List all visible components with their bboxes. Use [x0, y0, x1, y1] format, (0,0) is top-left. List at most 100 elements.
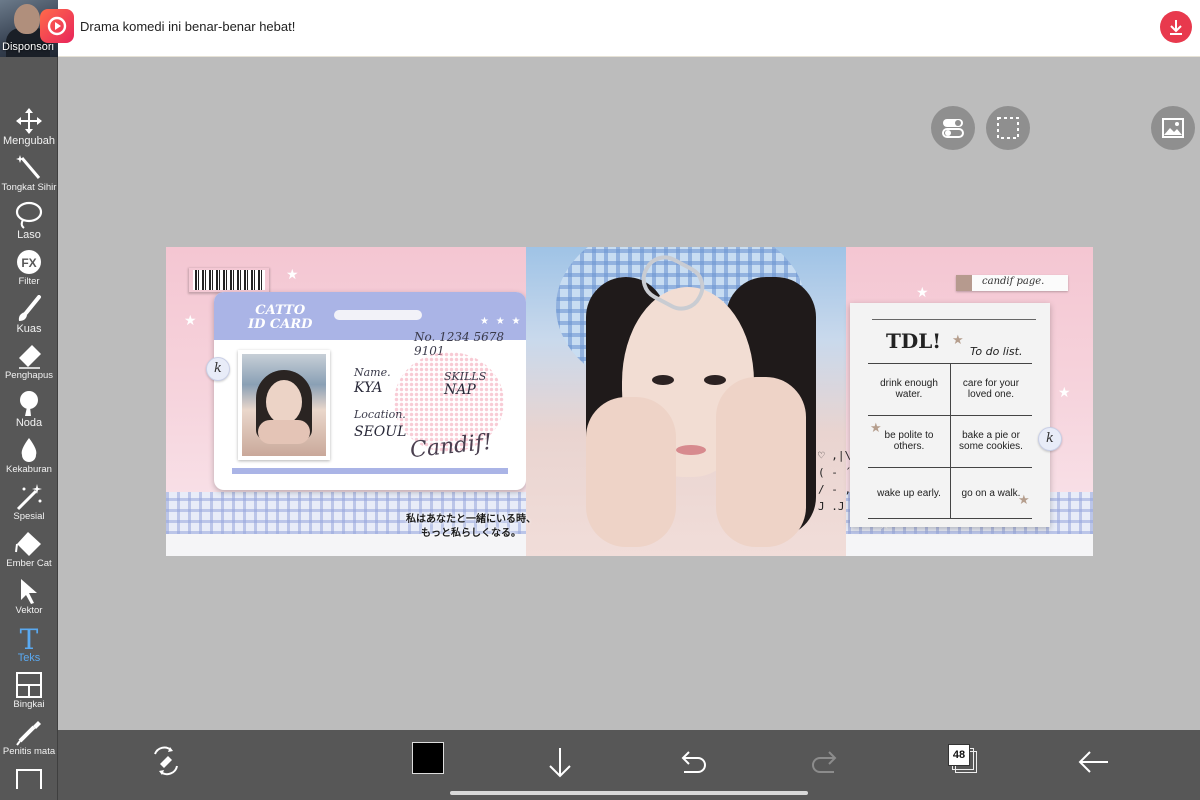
transform-icon: [154, 746, 178, 776]
star-decoration: ★: [286, 266, 299, 282]
tool-special[interactable]: Spesial: [0, 481, 58, 527]
name-label: Name.: [354, 366, 391, 379]
tool-label: Tongkat Sihir: [1, 182, 57, 193]
frame-icon: [16, 672, 42, 698]
id-card-title-line1: CATTO: [255, 303, 306, 318]
todo-heading: TDL!: [886, 329, 942, 353]
lasso-icon: [15, 201, 43, 229]
tool-sidebar: Mengubah Tongkat Sihir Laso FX Filter Ku…: [0, 57, 58, 800]
redo-icon: [812, 751, 837, 773]
back-button[interactable]: [1074, 742, 1114, 782]
download-button[interactable]: [540, 742, 580, 782]
todo-note: TDL! ★ To do list. drink enough water. c…: [850, 303, 1050, 527]
move-arrows-icon: [16, 108, 42, 134]
video-play-logo-icon[interactable]: [40, 9, 74, 43]
candif-tag: candif page.: [956, 275, 1068, 291]
japanese-caption: 私はあなたと一緒にいる時、 もっと私らしくなる。: [398, 513, 544, 541]
tool-label: Teks: [17, 652, 41, 664]
download-icon[interactable]: [1160, 11, 1192, 43]
tool-vector[interactable]: Vektor: [0, 575, 58, 621]
brush-icon: [18, 295, 41, 321]
star-decoration: ★: [916, 284, 929, 300]
tool-transform[interactable]: Mengubah: [0, 105, 58, 151]
special-sparkle-icon: [16, 484, 42, 511]
home-indicator[interactable]: [450, 791, 808, 795]
k-badge: k: [206, 357, 230, 381]
arrow-down-icon: [549, 748, 571, 778]
japanese-caption-line2: もっと私らしくなる。: [421, 528, 521, 539]
eyedropper-icon: [16, 721, 41, 746]
todo-item: bake a pie or some cookies.: [959, 430, 1023, 452]
star-decoration: ★: [184, 312, 197, 328]
tag-text: candif page.: [982, 276, 1045, 287]
id-card-title-line2: ID CARD: [248, 317, 313, 332]
selection-button[interactable]: [986, 106, 1030, 150]
id-card-stars: ★ ★ ★: [480, 316, 523, 327]
toggle-button[interactable]: [931, 106, 975, 150]
transform-button[interactable]: [146, 742, 186, 782]
tool-label: Penitis mata: [2, 746, 56, 757]
todo-grid: drink enough water. care for your loved …: [868, 363, 1032, 519]
star-decoration: ★: [952, 332, 964, 347]
undo-icon: [681, 751, 706, 773]
tool-label: Filter: [18, 276, 40, 287]
tool-label: Kekaburan: [6, 464, 52, 475]
more-tools-icon[interactable]: [16, 769, 42, 789]
tool-label: Bingkai: [13, 699, 45, 710]
todo-subheading: To do list.: [970, 345, 1023, 358]
barcode-sticker: [188, 267, 270, 293]
tool-brush[interactable]: Kuas: [0, 293, 58, 339]
text-glyph: T: [20, 624, 39, 652]
star-decoration: ★: [1058, 384, 1071, 400]
tool-label: Laso: [17, 229, 41, 241]
todo-item: drink enough water.: [880, 378, 938, 400]
k-badge: k: [1038, 427, 1062, 451]
undo-button[interactable]: [672, 742, 712, 782]
tool-lasso[interactable]: Laso: [0, 199, 58, 245]
id-card-title: CATTO ID CARD: [248, 304, 312, 332]
tool-magic-wand[interactable]: Tongkat Sihir: [0, 152, 58, 198]
redo-button[interactable]: [806, 742, 846, 782]
tool-text[interactable]: T Teks: [0, 622, 58, 668]
image-icon: [1162, 118, 1184, 138]
location-value: SEOUL: [354, 424, 407, 440]
id-card-photo: [238, 350, 330, 460]
tool-smudge[interactable]: Noda: [0, 387, 58, 433]
portrait-photo: [526, 247, 846, 556]
selection-icon: [997, 117, 1019, 139]
blur-drop-icon: [21, 438, 37, 462]
tool-label: Penghapus: [4, 370, 54, 381]
arrow-left-icon: [1078, 751, 1108, 773]
star-decoration: ★: [870, 420, 882, 435]
tool-frame[interactable]: Bingkai: [0, 669, 58, 715]
text-icon: T: [20, 624, 39, 652]
ad-banner[interactable]: Disponsori Drama komedi ini benar-benar …: [0, 0, 1200, 57]
magic-wand-icon: [16, 155, 41, 179]
smudge-icon: [20, 391, 38, 416]
tool-eyedropper[interactable]: Penitis mata: [0, 716, 58, 762]
tool-filter[interactable]: FX Filter: [0, 246, 58, 292]
ad-title[interactable]: Drama komedi ini benar-benar hebat!: [80, 19, 295, 34]
tool-eraser[interactable]: Penghapus: [0, 340, 58, 386]
canvas-artwork[interactable]: ★ ★ ★ ★ ★ ★ ★ CATTO ID CARD ★ ★ ★ No. 12…: [166, 247, 1093, 556]
paint-bucket-icon: [15, 532, 41, 556]
tool-paint-bucket[interactable]: Ember Cat: [0, 528, 58, 574]
person-thumbnail-face: [14, 4, 40, 34]
id-card: CATTO ID CARD ★ ★ ★ No. 1234 5678 9101 N…: [214, 292, 526, 490]
tool-label: Spesial: [13, 511, 45, 522]
tool-blur[interactable]: Kekaburan: [0, 434, 58, 480]
bottom-bar: 48: [58, 730, 1200, 800]
id-card-slot: [334, 310, 422, 320]
japanese-caption-line1: 私はあなたと一緒にいる時、: [406, 514, 536, 525]
tool-label: Mengubah: [3, 135, 55, 147]
layers-button[interactable]: 48: [948, 744, 977, 773]
location-label: Location.: [354, 408, 406, 421]
color-swatch[interactable]: [412, 742, 444, 774]
tool-label: Ember Cat: [6, 558, 52, 569]
image-button[interactable]: [1151, 106, 1195, 150]
tool-label: Noda: [15, 417, 43, 429]
name-value: KYA: [354, 380, 383, 396]
todo-item: wake up early.: [877, 487, 941, 499]
tool-label: Vektor: [15, 605, 43, 616]
fx-glyph: FX: [21, 256, 36, 270]
